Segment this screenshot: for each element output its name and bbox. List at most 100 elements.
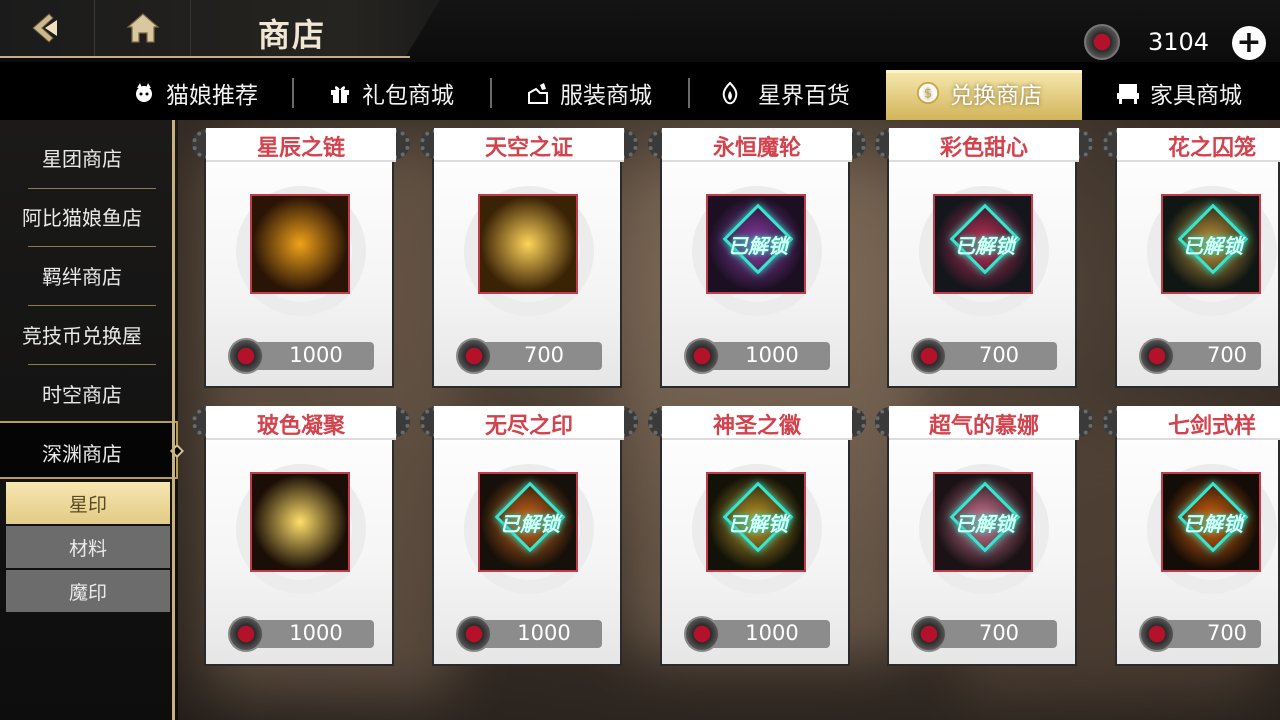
card-header: 永恒魔轮 bbox=[648, 128, 866, 162]
item-name: 天空之证 bbox=[484, 136, 573, 161]
item-card[interactable]: 超气的慕娜 已解锁 700 bbox=[875, 406, 1093, 666]
home-icon bbox=[126, 13, 160, 43]
red-gem-coin-icon bbox=[1139, 338, 1175, 374]
item-thumbnail: 已解锁 bbox=[933, 472, 1033, 572]
tab-label: 服装商城 bbox=[560, 83, 652, 109]
item-art-image bbox=[252, 196, 348, 292]
back-button[interactable] bbox=[0, 0, 95, 56]
sidebar-item-label: 竞技币兑换屋 bbox=[22, 323, 142, 348]
sidebar-item-fish-shop[interactable]: 阿比猫娘鱼店 bbox=[6, 187, 158, 245]
red-gem-coin-icon bbox=[228, 338, 264, 374]
chair-icon bbox=[1116, 81, 1140, 105]
tab-outfit-shop[interactable]: 服装商城 bbox=[526, 72, 652, 114]
item-name: 花之囚笼 bbox=[1167, 136, 1256, 161]
red-gem-coin-icon bbox=[456, 338, 492, 374]
unlocked-label: 已解锁 bbox=[728, 233, 788, 258]
item-thumbnail: 已解锁 bbox=[706, 472, 806, 572]
item-card[interactable]: 花之囚笼已解锁 700 bbox=[1103, 128, 1280, 388]
tab-label: 礼包商城 bbox=[362, 83, 454, 109]
subtab-materials[interactable]: 材料 bbox=[6, 526, 170, 568]
item-thumbnail: 已解锁 bbox=[478, 472, 578, 572]
item-card[interactable]: 天空之证 700 bbox=[420, 128, 638, 388]
item-thumbnail: 已解锁 bbox=[1161, 472, 1261, 572]
unlocked-label: 已解锁 bbox=[1183, 511, 1243, 536]
sidebar-item-arena-exchange[interactable]: 竞技币兑换屋 bbox=[6, 305, 158, 363]
tab-bar: 猫娘推荐 礼包商城 服装商城 星界百货 $ 兑换商店 家具商城 bbox=[0, 62, 1280, 120]
item-card[interactable]: 神圣之徽已解锁 1000 bbox=[648, 406, 866, 666]
sidebar-item-label: 星团商店 bbox=[42, 146, 122, 171]
sidebar-item-bond-shop[interactable]: 羁绊商店 bbox=[6, 246, 158, 304]
item-thumbnail: 已解锁 bbox=[706, 194, 806, 294]
card-header: 七剑式样 bbox=[1103, 406, 1280, 440]
svg-text:$: $ bbox=[924, 87, 932, 102]
sidebar-item-label-wrap: 深渊商店 bbox=[6, 423, 158, 481]
tab-label: 猫娘推荐 bbox=[166, 83, 258, 109]
tab-cat-recommend[interactable]: 猫娘推荐 bbox=[132, 72, 258, 114]
item-name: 玻色凝聚 bbox=[256, 414, 345, 439]
item-card[interactable]: 彩色甜心已解锁 700 bbox=[875, 128, 1093, 388]
add-currency-button[interactable]: + bbox=[1232, 26, 1266, 60]
item-card[interactable]: 永恒魔轮已解锁 1000 bbox=[648, 128, 866, 388]
red-gem-coin-icon bbox=[1084, 24, 1120, 60]
item-card[interactable]: 星辰之链 1000 bbox=[192, 128, 410, 388]
red-gem-coin-icon bbox=[228, 616, 264, 652]
item-price: 1000 bbox=[289, 343, 343, 367]
sidebar-item-star-group-shop[interactable]: 星团商店 bbox=[6, 128, 158, 186]
item-price: 1000 bbox=[745, 621, 799, 645]
home-button[interactable] bbox=[96, 0, 191, 56]
subtab-label: 材料 bbox=[68, 537, 107, 560]
item-card[interactable]: 玻色凝聚 1000 bbox=[192, 406, 410, 666]
item-thumbnail bbox=[250, 194, 350, 294]
sidebar-item-label: 羁绊商店 bbox=[42, 264, 122, 289]
sidebar-item-label: 时空商店 bbox=[42, 382, 122, 407]
tab-gift-shop[interactable]: 礼包商城 bbox=[328, 72, 454, 114]
item-price: 1000 bbox=[745, 343, 799, 367]
gift-icon bbox=[328, 81, 352, 105]
item-name: 超气的慕娜 bbox=[928, 414, 1039, 439]
item-price: 700 bbox=[978, 343, 1020, 367]
item-thumbnail: 已解锁 bbox=[1161, 194, 1261, 294]
item-thumbnail: 已解锁 bbox=[933, 194, 1033, 294]
item-card[interactable]: 七剑式样已解锁 700 bbox=[1103, 406, 1280, 666]
item-price: 1000 bbox=[517, 621, 571, 645]
sidebar: 星团商店 阿比猫娘鱼店 羁绊商店 竞技币兑换屋 时空商店 深渊商店 星印 材料 … bbox=[0, 120, 185, 720]
item-price: 700 bbox=[523, 343, 565, 367]
unlocked-label: 已解锁 bbox=[728, 511, 788, 536]
red-gem-coin-icon bbox=[911, 338, 947, 374]
subtab-star-seal[interactable]: 星印 bbox=[6, 482, 170, 524]
red-gem-coin-icon bbox=[911, 616, 947, 652]
subtab-label: 魔印 bbox=[68, 581, 107, 604]
page-title: 商店 bbox=[258, 16, 327, 54]
tab-exchange-shop[interactable]: $ 兑换商店 bbox=[916, 72, 1042, 114]
item-name: 七剑式样 bbox=[1167, 414, 1256, 439]
red-gem-coin-icon bbox=[456, 616, 492, 652]
card-header: 天空之证 bbox=[420, 128, 638, 162]
unlocked-label: 已解锁 bbox=[955, 233, 1015, 258]
outfit-icon bbox=[526, 81, 550, 105]
coin-icon: $ bbox=[916, 81, 940, 105]
top-bar: 商店 3104 + bbox=[0, 0, 1280, 62]
sidebar-item-abyss-shop[interactable]: 深渊商店 bbox=[0, 421, 185, 481]
item-card[interactable]: 无尽之印已解锁 1000 bbox=[420, 406, 638, 666]
card-header: 星辰之链 bbox=[192, 128, 410, 162]
item-name: 无尽之印 bbox=[484, 414, 573, 439]
item-thumbnail bbox=[250, 472, 350, 572]
card-header: 超气的慕娜 bbox=[875, 406, 1093, 440]
card-header: 彩色甜心 bbox=[875, 128, 1093, 162]
tab-label: 星界百货 bbox=[758, 83, 850, 109]
tab-label: 家具商城 bbox=[1150, 83, 1242, 109]
tab-astral-store[interactable]: 星界百货 bbox=[718, 72, 850, 114]
item-name: 神圣之徽 bbox=[712, 414, 801, 439]
item-name: 彩色甜心 bbox=[939, 136, 1028, 161]
item-art-image bbox=[480, 196, 576, 292]
item-price: 700 bbox=[1206, 621, 1248, 645]
red-gem-coin-icon bbox=[684, 616, 720, 652]
unlocked-label: 已解锁 bbox=[500, 511, 560, 536]
subtab-demon-seal[interactable]: 魔印 bbox=[6, 570, 170, 612]
item-price: 700 bbox=[1206, 343, 1248, 367]
cat-icon bbox=[132, 81, 156, 105]
item-name: 永恒魔轮 bbox=[712, 136, 801, 161]
tab-furniture-shop[interactable]: 家具商城 bbox=[1116, 72, 1242, 114]
sidebar-item-spacetime-shop[interactable]: 时空商店 bbox=[6, 364, 158, 422]
card-header: 神圣之徽 bbox=[648, 406, 866, 440]
